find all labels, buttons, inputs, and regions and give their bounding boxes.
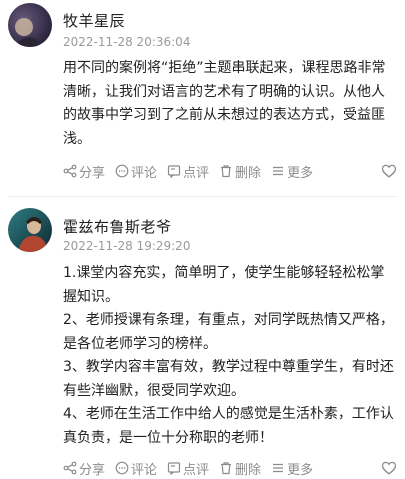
delete-button[interactable]: 删除 xyxy=(219,459,261,478)
more-icon xyxy=(273,166,284,176)
delete-label: 删除 xyxy=(235,462,262,478)
username[interactable]: 霍兹布鲁斯老爷 xyxy=(63,216,172,237)
more-button[interactable]: 更多 xyxy=(271,162,313,181)
avatar[interactable] xyxy=(8,208,52,252)
like-button[interactable] xyxy=(381,460,397,476)
comment-body: 1.课堂内容充实，简单明了，使学生能够轻轻松松掌握知识。 2、老师授课有条理，有… xyxy=(63,262,397,450)
share-icon xyxy=(63,461,77,475)
comment-paragraph: 2、老师授课有条理，有重点，对同学既热情又严格，是各位老师学习的榜样。 xyxy=(63,312,394,352)
action-bar: 分享 评论 点评 删除 更多 xyxy=(63,160,397,182)
more-label: 更多 xyxy=(287,462,314,478)
delete-button[interactable]: 删除 xyxy=(219,162,261,181)
timestamp: 2022-11-28 20:36:04 xyxy=(63,35,191,49)
more-button[interactable]: 更多 xyxy=(271,459,313,478)
more-icon xyxy=(273,463,284,473)
comment-item: 霍兹布鲁斯老爷 2022-11-28 19:29:20 1.课堂内容充实，简单明… xyxy=(0,198,405,478)
share-label: 分享 xyxy=(79,165,106,181)
more-label: 更多 xyxy=(287,165,314,181)
comment-body: 用不同的案例将“拒绝”主题串联起来，课程思路非常清晰，让我们对语言的艺术有了明确… xyxy=(63,57,397,151)
share-label: 分享 xyxy=(79,462,106,478)
comment-label: 评论 xyxy=(131,165,158,181)
divider xyxy=(8,196,397,197)
share-icon xyxy=(63,164,77,178)
comment-paragraph: 3、教学内容丰富有效，教学过程中尊重学生，有时还有些洋幽默，很受同学欢迎。 xyxy=(63,359,394,399)
rate-label: 点评 xyxy=(183,462,210,478)
comment-button[interactable]: 评论 xyxy=(115,162,157,181)
rate-label: 点评 xyxy=(183,165,210,181)
timestamp: 2022-11-28 19:29:20 xyxy=(63,239,191,253)
rate-button[interactable]: 点评 xyxy=(167,162,209,181)
comment-label: 评论 xyxy=(131,462,158,478)
rate-icon xyxy=(167,165,181,178)
like-icon xyxy=(381,164,397,178)
like-icon xyxy=(381,461,397,475)
share-button[interactable]: 分享 xyxy=(63,459,105,478)
comment-paragraph: 用不同的案例将“拒绝”主题串联起来，课程思路非常清晰，让我们对语言的艺术有了明确… xyxy=(63,60,386,147)
username[interactable]: 牧羊星辰 xyxy=(63,10,125,31)
delete-label: 删除 xyxy=(235,165,262,181)
delete-icon xyxy=(221,165,232,178)
rate-icon xyxy=(167,462,181,475)
like-button[interactable] xyxy=(381,163,397,179)
comment-paragraph: 1.课堂内容充实，简单明了，使学生能够轻轻松松掌握知识。 xyxy=(63,265,385,305)
share-button[interactable]: 分享 xyxy=(63,162,105,181)
avatar[interactable] xyxy=(8,3,52,47)
rate-button[interactable]: 点评 xyxy=(167,459,209,478)
comment-paragraph: 4、老师在生活工作中给人的感觉是生活朴素，工作认真负责，是一位十分称职的老师！ xyxy=(63,406,394,446)
delete-icon xyxy=(221,462,232,475)
comment-item: 牧羊星辰 2022-11-28 20:36:04 用不同的案例将“拒绝”主题串联… xyxy=(0,0,405,196)
comment-icon xyxy=(115,461,129,475)
comment-button[interactable]: 评论 xyxy=(115,459,157,478)
comment-icon xyxy=(115,164,129,178)
